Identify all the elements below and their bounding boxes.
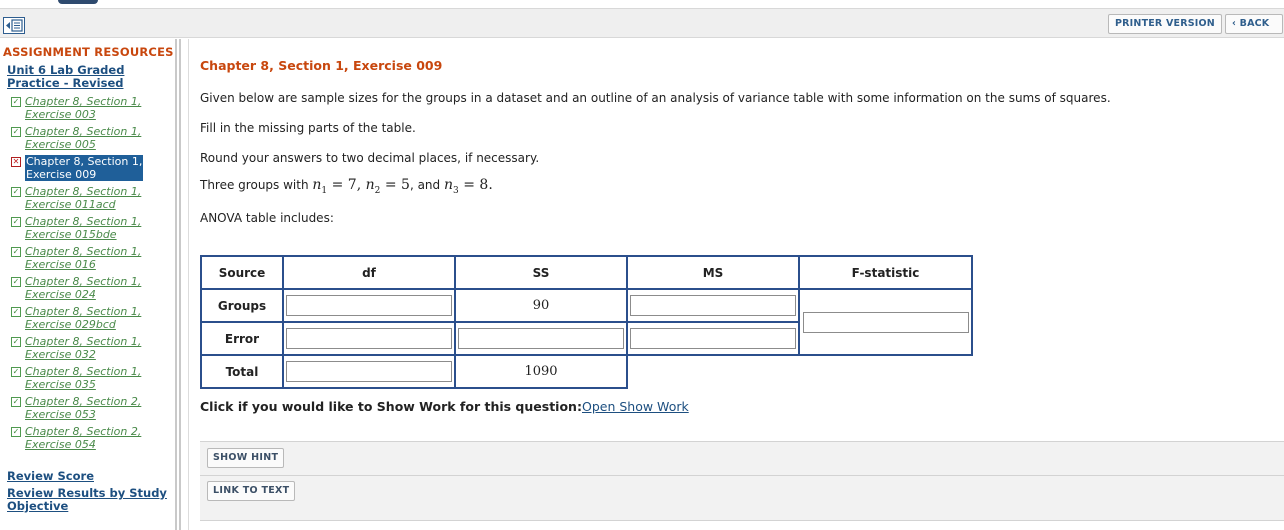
df-groups-input[interactable] [286, 295, 452, 316]
sidebar-item-exercise-011acd[interactable]: ✓ Chapter 8, Section 1, Exercise 011acd [10, 185, 170, 213]
sidebar-item-exercise-053[interactable]: ✓ Chapter 8, Section 2, Exercise 053 [10, 395, 170, 423]
header-source: Source [200, 255, 284, 290]
rounding-instruction: Round your answers to two decimal places… [200, 151, 540, 165]
cell-empty [799, 355, 972, 388]
table-row: Groups 90 [200, 288, 973, 356]
sidebar-item-label[interactable]: Chapter 8, Section 1, Exercise 035 [25, 365, 141, 391]
cell-ss-error [454, 321, 628, 356]
collapse-sidebar-icon[interactable] [3, 17, 25, 34]
checkmark-icon: ✓ [11, 187, 21, 197]
cell-ms-error [626, 321, 800, 356]
checkmark-icon: ✓ [11, 247, 21, 257]
checkmark-icon: ✓ [11, 367, 21, 377]
cell-empty [627, 355, 799, 388]
header-df: df [282, 255, 456, 290]
exercise-title: Chapter 8, Section 1, Exercise 009 [200, 58, 443, 73]
table-header-row: Source df SS MS F-statistic [200, 255, 973, 290]
sidebar-item-label[interactable]: Chapter 8, Section 1, Exercise 032 [25, 335, 141, 361]
header-strip [0, 0, 1284, 8]
sidebar-item-exercise-009[interactable]: ✕ Chapter 8, Section 1, Exercise 009 [10, 155, 170, 183]
sidebar-item-label[interactable]: Chapter 8, Section 1, Exercise 016 [25, 245, 141, 271]
sidebar-item-exercise-015bde[interactable]: ✓ Chapter 8, Section 1, Exercise 015bde [10, 215, 170, 243]
ms-error-input[interactable] [630, 328, 796, 349]
checkmark-icon: ✓ [11, 427, 21, 437]
df-total-input[interactable] [286, 361, 452, 382]
header-ms: MS [626, 255, 800, 290]
header-f-statistic: F-statistic [798, 255, 973, 290]
sidebar-item-exercise-024[interactable]: ✓ Chapter 8, Section 1, Exercise 024 [10, 275, 170, 303]
table-row: Total 1090 [200, 354, 972, 389]
open-show-work-link[interactable]: Open Show Work [582, 399, 689, 414]
sidebar-item-label[interactable]: Chapter 8, Section 2, Exercise 053 [25, 395, 141, 421]
anova-label: ANOVA table includes: [200, 211, 334, 225]
checkmark-icon: ✓ [11, 277, 21, 287]
header-ss: SS [454, 255, 628, 290]
sidebar-item-exercise-054[interactable]: ✓ Chapter 8, Section 2, Exercise 054 [10, 425, 170, 453]
ms-groups-input[interactable] [630, 295, 796, 316]
link-to-text-button[interactable]: LINK TO TEXT [207, 481, 296, 501]
and-text: , and [409, 178, 441, 192]
cell-ss-total: 1090 [454, 354, 628, 389]
sidebar-item-label[interactable]: Chapter 8, Section 1, Exercise 011acd [25, 185, 141, 211]
sidebar-item-label[interactable]: Chapter 8, Section 1, Exercise 029bcd [25, 305, 141, 331]
cell-df-groups [282, 288, 456, 323]
sidebar-divider[interactable] [175, 39, 181, 530]
sidebar-item-label[interactable]: Chapter 8, Section 1, Exercise 005 [25, 125, 141, 151]
cell-df-error [282, 321, 456, 356]
cell-ss-groups: 90 [454, 288, 628, 323]
sidebar-title: ASSIGNMENT RESOURCES [3, 45, 174, 59]
sidebar-item-label[interactable]: Chapter 8, Section 1, Exercise 024 [25, 275, 141, 301]
sidebar-item-exercise-005[interactable]: ✓ Chapter 8, Section 1, Exercise 005 [10, 125, 170, 153]
checkmark-icon: ✓ [11, 397, 21, 407]
show-hint-button[interactable]: SHOW HINT [207, 448, 285, 468]
sidebar-item-exercise-029bcd[interactable]: ✓ Chapter 8, Section 1, Exercise 029bcd [10, 305, 170, 333]
cell-f-statistic [798, 288, 973, 356]
checkmark-icon: ✓ [11, 97, 21, 107]
row-label-groups: Groups [200, 288, 284, 323]
anova-table: Source df SS MS F-statistic Groups 90 Er… [200, 255, 973, 389]
sidebar-item-exercise-003[interactable]: ✓ Chapter 8, Section 1, Exercise 003 [10, 95, 170, 123]
question-instructions: Given below are sample sizes for the gro… [200, 91, 1111, 105]
unit-link[interactable]: Unit 6 Lab Graded Practice - Revised [7, 64, 167, 90]
checkmark-icon: ✓ [11, 307, 21, 317]
printer-version-button[interactable]: PRINTER VERSION [1108, 14, 1222, 34]
checkmark-icon: ✓ [11, 217, 21, 227]
sample-size-math-3: n3 = 8. [444, 177, 493, 196]
hint-divider [200, 475, 1284, 476]
sidebar-item-label[interactable]: Chapter 8, Section 2, Exercise 054 [25, 425, 141, 451]
sidebar-item-label[interactable]: Chapter 8, Section 1, Exercise 015bde [25, 215, 141, 241]
back-button[interactable]: ‹ BACK [1225, 14, 1283, 34]
cell-df-total [282, 354, 456, 389]
checkmark-icon: ✓ [11, 337, 21, 347]
error-x-icon: ✕ [11, 157, 21, 167]
top-toolbar: PRINTER VERSION ‹ BACK [0, 8, 1284, 38]
ss-error-input[interactable] [458, 328, 624, 349]
sample-sizes-statement: Three groups with n1 = 7, n2 = 5, and n3… [200, 177, 493, 196]
sidebar-item-exercise-032[interactable]: ✓ Chapter 8, Section 1, Exercise 032 [10, 335, 170, 363]
review-results-link[interactable]: Review Results by Study Objective [7, 487, 172, 513]
groups-prefix: Three groups with [200, 178, 309, 192]
assignment-resources-sidebar: ASSIGNMENT RESOURCES Unit 6 Lab Graded P… [0, 39, 174, 530]
show-work-prompt: Click if you would like to Show Work for… [200, 399, 582, 414]
cell-ms-groups [626, 288, 800, 323]
review-score-link[interactable]: Review Score [7, 470, 172, 483]
sidebar-item-exercise-035[interactable]: ✓ Chapter 8, Section 1, Exercise 035 [10, 365, 170, 393]
sidebar-item-label[interactable]: Chapter 8, Section 1, Exercise 009 [25, 155, 144, 181]
f-statistic-input[interactable] [802, 311, 969, 333]
sidebar-item-exercise-016[interactable]: ✓ Chapter 8, Section 1, Exercise 016 [10, 245, 170, 273]
brand-logo [58, 0, 98, 4]
sample-size-math: n1 = 7, n2 = 5 [312, 177, 410, 196]
question-fill-instruction: Fill in the missing parts of the table. [200, 121, 416, 135]
hint-panel: SHOW HINT LINK TO TEXT [200, 441, 1284, 521]
checkmark-icon: ✓ [11, 127, 21, 137]
df-error-input[interactable] [286, 328, 452, 349]
row-label-error: Error [200, 321, 284, 356]
row-label-total: Total [200, 354, 284, 389]
question-panel: Chapter 8, Section 1, Exercise 009 Given… [188, 39, 1284, 530]
sidebar-item-label[interactable]: Chapter 8, Section 1, Exercise 003 [25, 95, 141, 121]
